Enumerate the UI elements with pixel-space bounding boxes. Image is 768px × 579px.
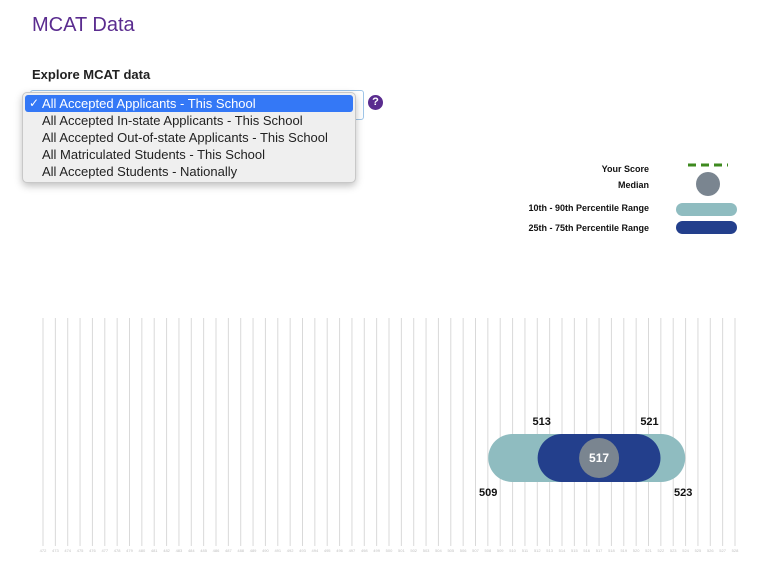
x-tick-label: 500: [385, 548, 393, 553]
x-tick-label: 485: [200, 548, 207, 553]
x-tick-label: 488: [237, 548, 245, 553]
x-tick-label: 507: [472, 548, 479, 553]
x-tick-label: 484: [187, 548, 195, 553]
x-tick-label: 525: [694, 548, 702, 553]
x-tick-label: 505: [447, 548, 455, 553]
p75-value-label: 521: [640, 416, 658, 428]
x-tick-label: 491: [274, 548, 282, 553]
x-tick-label: 527: [719, 548, 726, 553]
x-tick-label: 489: [249, 548, 257, 553]
x-tick-label: 523: [669, 548, 677, 553]
x-tick-label: 524: [682, 548, 689, 553]
x-tick-label: 526: [706, 548, 714, 553]
x-tick-label: 511: [521, 548, 529, 553]
x-tick-label: 477: [101, 548, 109, 553]
x-tick-label: 478: [113, 548, 121, 553]
x-tick-label: 509: [496, 548, 504, 553]
x-tick-label: 475: [76, 548, 84, 553]
x-tick-label: 502: [410, 548, 418, 553]
x-tick-label: 514: [558, 548, 566, 553]
x-tick-label: 528: [731, 548, 739, 553]
x-tick-label: 522: [657, 548, 665, 553]
x-tick-label: 498: [360, 548, 368, 553]
x-tick-label: 493: [299, 548, 306, 553]
p25-value-label: 513: [532, 416, 550, 428]
x-tick-label: 490: [262, 548, 269, 553]
x-tick-label: 506: [459, 548, 467, 553]
x-tick-label: 517: [595, 548, 603, 553]
x-tick-label: 512: [533, 548, 541, 553]
x-tick-label: 486: [212, 548, 220, 553]
x-tick-label: 474: [64, 548, 72, 553]
x-tick-label: 476: [89, 548, 96, 553]
x-tick-label: 472: [39, 548, 47, 553]
x-tick-label: 520: [632, 548, 640, 553]
x-tick-label: 518: [608, 548, 615, 553]
x-tick-label: 487: [225, 548, 232, 553]
x-tick-label: 503: [422, 548, 430, 553]
x-axis-tick-labels: 472 473 474 475 476 477 478 479 480 481 482 483 484 4…: [0, 548, 768, 560]
x-tick-label: 499: [373, 548, 380, 553]
x-tick-label: 515: [571, 548, 578, 553]
x-tick-label: 496: [336, 548, 343, 553]
x-tick-label: 497: [348, 548, 356, 553]
x-tick-label: 516: [583, 548, 591, 553]
x-tick-label: 519: [620, 548, 628, 553]
x-tick-label: 508: [484, 548, 492, 553]
x-tick-label: 473: [52, 548, 59, 553]
p90-value-label: 523: [674, 487, 692, 499]
x-tick-label: 483: [175, 548, 183, 553]
x-tick-label: 480: [138, 548, 146, 553]
x-tick-label: 495: [323, 548, 331, 553]
x-tick-label: 521: [645, 548, 652, 553]
x-tick-label: 504: [435, 548, 442, 553]
x-tick-label: 481: [150, 548, 158, 553]
x-tick-label: 479: [126, 548, 133, 553]
p10-value-label: 509: [479, 487, 497, 499]
x-tick-label: 513: [546, 548, 553, 553]
median-value-label: 517: [589, 451, 609, 465]
x-tick-label: 501: [398, 548, 405, 553]
mcat-range-chart: 517 513 521 509 523: [42, 318, 736, 546]
x-tick-label: 492: [286, 548, 294, 553]
x-tick-label: 494: [311, 548, 319, 553]
x-tick-label: 510: [509, 548, 516, 553]
x-tick-label: 482: [163, 548, 170, 553]
